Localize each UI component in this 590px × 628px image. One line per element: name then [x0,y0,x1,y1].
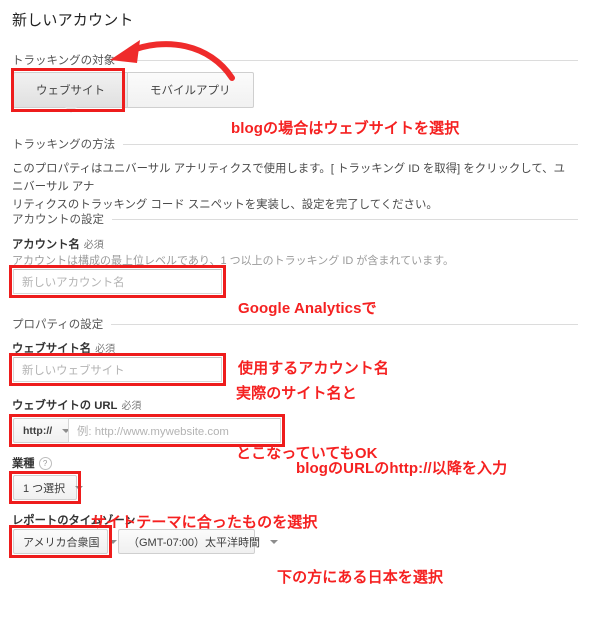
site-name-input-placeholder: 新しいウェブサイト [22,364,125,377]
timezone-country-value: アメリカ合衆国 [23,536,100,549]
tab-website[interactable]: ウェブサイト [13,72,128,113]
annot-site-url: blogのURLのhttp://以降を入力 [296,419,507,519]
account-name-input-placeholder: 新しいアカウント名 [22,276,125,289]
site-url-required-badge: 必須 [121,401,142,412]
annot-timezone-line1: 下の方にある日本を選択 [277,569,444,586]
account-name-input[interactable]: 新しいアカウント名 [13,269,222,294]
annot-site-name-line1: 実際のサイト名と [236,385,357,402]
help-icon[interactable]: ? [38,457,52,470]
section-heading-tracking-method-label: トラッキングの方法 [12,139,116,151]
section-rule [123,59,578,61]
annot-account-name-line1: Google Analyticsで [238,300,377,317]
account-name-label-text: アカウント名 [12,239,80,251]
site-name-label-text: ウェブサイト名 [12,343,92,355]
section-heading-account-settings-label: アカウントの設定 [12,214,104,226]
chevron-down-icon [75,485,84,490]
section-heading-tracking-target-label: トラッキングの対象 [12,55,116,67]
site-name-input[interactable]: 新しいウェブサイト [13,357,222,382]
industry-select-value: 1 つ選択 [23,482,66,495]
annot-website-tab-line1: blogの場合はウェブサイトを選択 [231,120,460,137]
industry-label-text: 業種 [12,458,35,470]
section-heading-account-settings: アカウントの設定 [12,211,578,227]
tab-mobile-app-label: モバイルアプリ [150,85,231,97]
page-title: 新しいアカウント [12,12,134,29]
site-url-protocol-value: http:// [23,424,53,437]
tab-website-label: ウェブサイト [36,85,105,97]
section-heading-tracking-target: トラッキングの対象 [12,52,578,68]
account-name-label: アカウント名 必須 [12,236,104,252]
section-heading-property-settings-label: プロパティの設定 [12,319,104,331]
annot-site-url-line1: blogのURLのhttp://以降を入力 [296,460,508,477]
industry-select[interactable]: 1 つ選択 [13,475,84,500]
site-url-label-text: ウェブサイトの URL [12,400,118,412]
site-name-required-badge: 必須 [95,344,116,355]
annot-website-tab: blogの場合はウェブサイトを選択 [231,79,459,179]
tracking-target-tab-group: ウェブサイト モバイルアプリ [13,72,254,113]
site-name-label: ウェブサイト名 必須 [12,340,115,356]
section-rule [112,218,578,220]
new-account-form-page: 新しいアカウント トラッキングの対象 ウェブサイト モバイルアプリ トラッキング… [0,0,590,586]
site-url-label: ウェブサイトの URL 必須 [12,397,141,413]
site-url-input-placeholder: 例: http://www.mywebsite.com [77,425,229,438]
annot-timezone: 下の方にある日本を選択 [277,528,443,628]
account-name-required-badge: 必須 [83,240,104,251]
industry-label: 業種? [12,455,52,471]
